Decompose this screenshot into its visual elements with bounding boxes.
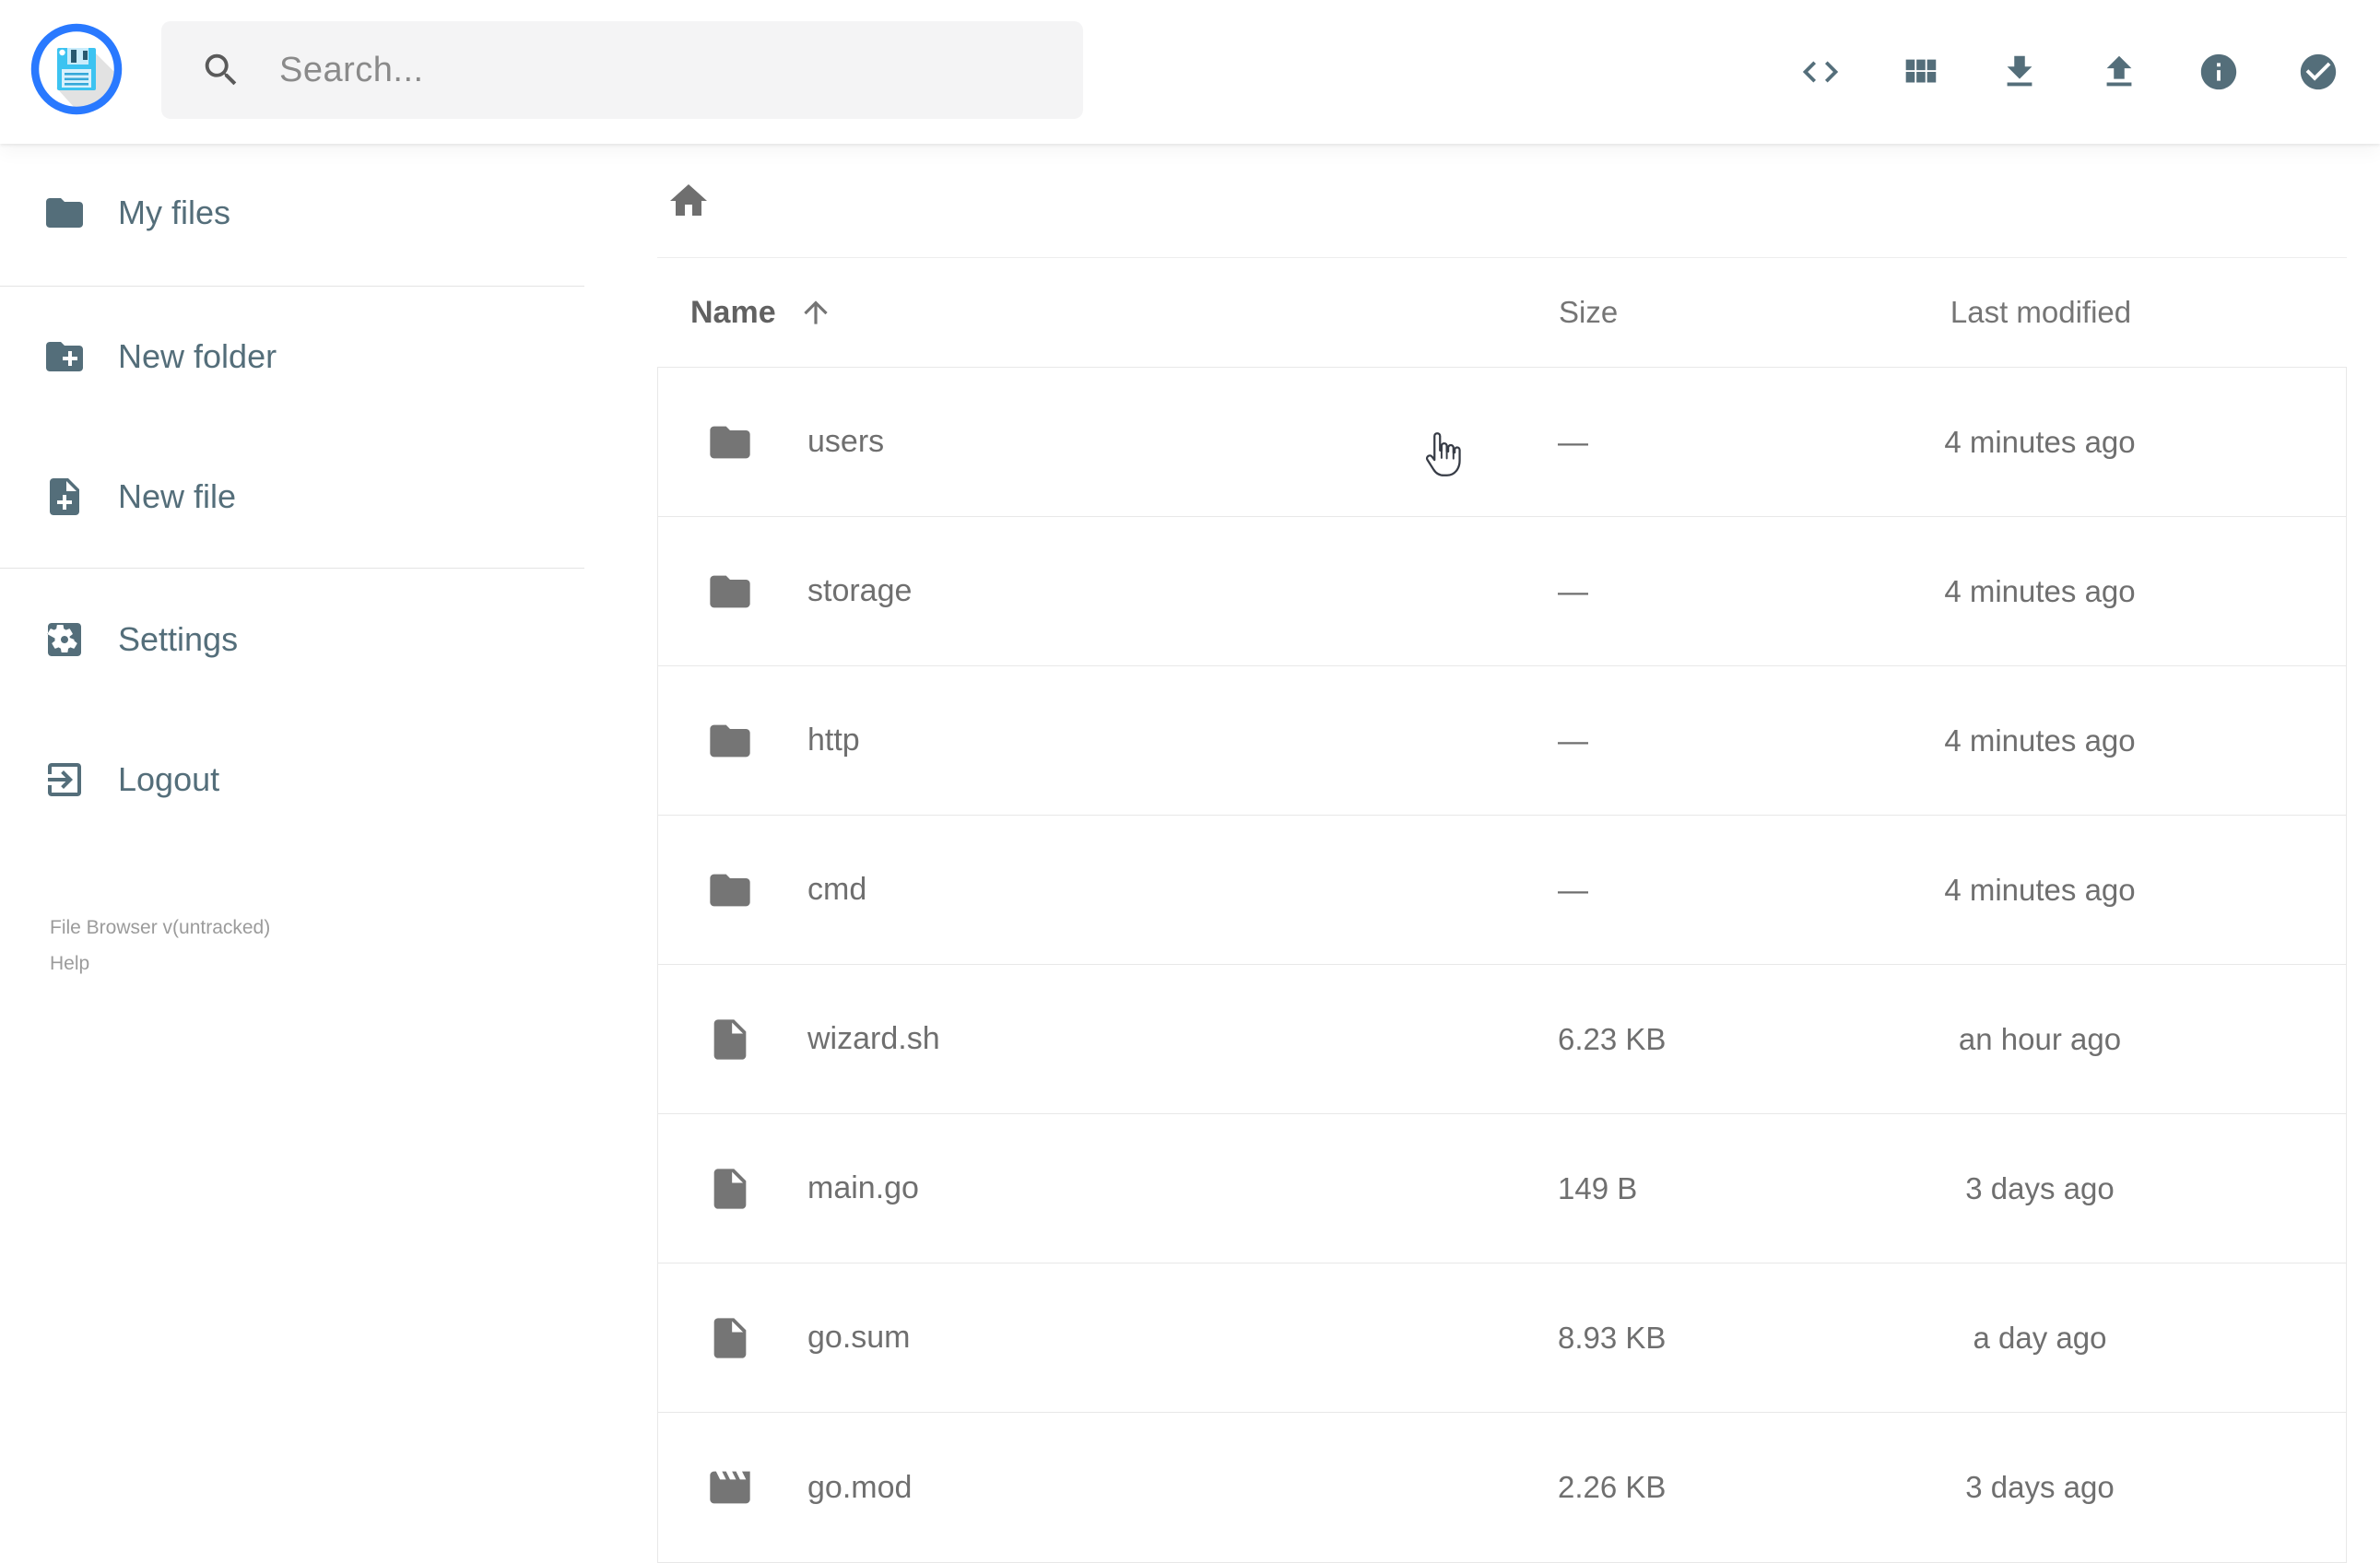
app-version: File Browser v(untracked) — [50, 917, 271, 938]
floppy-disk-icon — [30, 23, 123, 115]
list-item-go-sum[interactable]: go.sum 8.93 KB a day ago — [658, 1263, 2346, 1413]
item-size: 6.23 KB — [1558, 1021, 1667, 1056]
new-file-icon — [42, 475, 87, 519]
name-cell: go.mod — [658, 1463, 1558, 1511]
name-cell: wizard.sh — [658, 1016, 1558, 1064]
topbar-actions — [1799, 0, 2339, 144]
sidebar-item-logout[interactable]: Logout — [0, 729, 584, 830]
info-icon[interactable] — [2197, 51, 2240, 93]
item-modified: a day ago — [1973, 1320, 2107, 1355]
file-icon — [706, 1016, 754, 1064]
item-size: — — [1558, 424, 1588, 459]
list-item-storage[interactable]: storage — 4 minutes ago — [658, 517, 2346, 666]
file-list: users — 4 minutes ago storage — 4 minute… — [657, 367, 2347, 1563]
folder-icon — [706, 568, 754, 616]
list-item-go-mod[interactable]: go.mod 2.26 KB 3 days ago — [658, 1413, 2346, 1562]
movie-file-icon — [706, 1463, 754, 1511]
listing-header: Name Size Last modified — [657, 258, 2347, 367]
sidebar-item-label: New folder — [118, 337, 277, 375]
item-name: users — [807, 424, 885, 459]
item-name: http — [807, 723, 860, 758]
name-cell: users — [658, 418, 1558, 466]
grid-view-icon[interactable] — [1899, 51, 1941, 93]
item-modified: an hour ago — [1958, 1021, 2122, 1056]
item-name: cmd — [807, 872, 867, 907]
file-icon — [706, 1314, 754, 1362]
sidebar-item-new-folder[interactable]: New folder — [0, 306, 584, 407]
item-size: 149 B — [1558, 1170, 1638, 1205]
file-listing-area: Name Size Last modified users — 4 minute… — [657, 144, 2347, 1563]
item-name: storage — [807, 573, 913, 608]
code-icon[interactable] — [1799, 51, 1842, 93]
sidebar-item-label: Settings — [118, 620, 239, 658]
search-placeholder: Search... — [279, 50, 424, 89]
file-icon — [706, 1165, 754, 1213]
sidebar-divider — [0, 568, 584, 569]
sidebar-item-settings[interactable]: Settings — [0, 589, 584, 690]
help-link[interactable]: Help — [50, 946, 584, 981]
search-icon — [200, 49, 242, 91]
sidebar-item-new-file[interactable]: New file — [0, 446, 584, 547]
item-modified: 4 minutes ago — [1944, 573, 2136, 608]
folder-icon — [706, 717, 754, 765]
sort-by-size-header[interactable]: Size — [1559, 295, 1937, 330]
item-name: main.go — [807, 1170, 919, 1205]
name-cell: go.sum — [658, 1314, 1558, 1362]
folder-icon — [706, 866, 754, 914]
list-item-wizard-sh[interactable]: wizard.sh 6.23 KB an hour ago — [658, 965, 2346, 1114]
sort-by-name-header[interactable]: Name — [657, 295, 1559, 331]
name-cell: storage — [658, 568, 1558, 616]
sidebar-divider — [0, 286, 584, 287]
list-item-users[interactable]: users — 4 minutes ago — [658, 368, 2346, 517]
topbar: Search... — [0, 0, 2380, 144]
list-item-main-go[interactable]: main.go 149 B 3 days ago — [658, 1114, 2346, 1263]
item-size: — — [1558, 573, 1588, 608]
folder-icon — [706, 418, 754, 466]
item-size: — — [1558, 872, 1588, 907]
new-folder-icon — [42, 335, 87, 379]
item-modified: 4 minutes ago — [1944, 424, 2136, 459]
sidebar-item-label: My files — [118, 194, 231, 231]
item-size: 2.26 KB — [1558, 1470, 1667, 1504]
name-cell: cmd — [658, 866, 1558, 914]
item-modified: 3 days ago — [1965, 1470, 2115, 1504]
app-logo[interactable] — [30, 23, 123, 115]
item-name: go.sum — [807, 1320, 911, 1355]
search-input[interactable]: Search... — [161, 21, 1083, 119]
name-header-label: Name — [690, 294, 776, 330]
sidebar-footer: File Browser v(untracked) Help — [0, 910, 584, 981]
sidebar-item-label: Logout — [118, 760, 220, 798]
breadcrumb — [657, 144, 2347, 258]
item-modified: 3 days ago — [1965, 1170, 2115, 1205]
settings-icon — [42, 617, 87, 662]
item-modified: 4 minutes ago — [1944, 723, 2136, 758]
sidebar-item-label: New file — [118, 477, 237, 515]
home-icon[interactable] — [666, 179, 711, 223]
list-item-cmd[interactable]: cmd — 4 minutes ago — [658, 816, 2346, 965]
check-circle-icon[interactable] — [2297, 51, 2339, 93]
item-size: — — [1558, 723, 1588, 758]
name-cell: main.go — [658, 1165, 1558, 1213]
name-cell: http — [658, 717, 1558, 765]
item-name: wizard.sh — [807, 1021, 940, 1056]
sidebar: My files New folder New file Settings Lo… — [0, 144, 584, 981]
download-icon[interactable] — [1998, 51, 2041, 93]
item-modified: 4 minutes ago — [1944, 872, 2136, 907]
item-size: 8.93 KB — [1558, 1320, 1667, 1355]
logout-icon — [42, 758, 87, 802]
folder-icon — [42, 191, 87, 235]
sidebar-item-my-files[interactable]: My files — [0, 162, 584, 264]
list-item-http[interactable]: http — 4 minutes ago — [658, 666, 2346, 816]
item-name: go.mod — [807, 1469, 913, 1505]
sort-by-modified-header[interactable]: Last modified — [1937, 295, 2145, 330]
sort-asc-icon — [798, 295, 833, 330]
upload-icon[interactable] — [2098, 51, 2140, 93]
